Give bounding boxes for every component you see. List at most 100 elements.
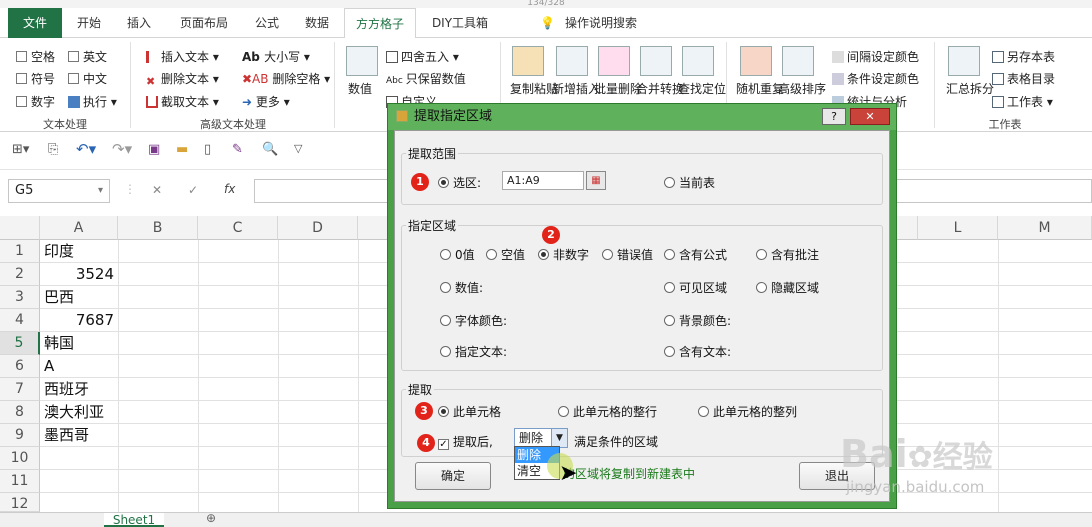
- new-file-icon[interactable]: ▯: [204, 142, 211, 157]
- bg-color-radio[interactable]: 背景颜色:: [664, 312, 731, 329]
- sheet-tab[interactable]: Sheet1: [104, 513, 164, 527]
- column-header-c[interactable]: C: [198, 216, 278, 240]
- folder-icon[interactable]: ▬: [176, 142, 188, 157]
- add-insert-button[interactable]: 新增插入: [552, 80, 600, 97]
- advanced-sort-button[interactable]: 高级排序: [778, 80, 826, 97]
- cell-a3[interactable]: 巴西: [44, 286, 74, 309]
- row-header[interactable]: 1: [0, 240, 40, 263]
- add-sheet-icon[interactable]: ⊕: [206, 511, 216, 525]
- spec-text-radio[interactable]: 指定文本:: [440, 343, 507, 360]
- cell-a1[interactable]: 印度: [44, 240, 74, 263]
- row-header[interactable]: 2: [0, 263, 40, 286]
- dialog-title-bar[interactable]: 提取指定区域 ? ✕: [388, 104, 896, 130]
- copy-icon[interactable]: ⎘: [48, 142, 58, 157]
- row-header[interactable]: 8: [0, 401, 40, 424]
- english-checkbox[interactable]: 英文: [68, 48, 107, 65]
- error-radio[interactable]: 错误值: [602, 246, 653, 263]
- row-header[interactable]: 11: [0, 470, 40, 493]
- delete-space-button[interactable]: ✖AB 删除空格 ▾: [242, 70, 330, 87]
- save-icon[interactable]: ▣: [148, 142, 160, 157]
- lookup-button[interactable]: 查找定位: [678, 80, 726, 97]
- summary-split-button[interactable]: 汇总拆分: [946, 80, 994, 97]
- tab-home[interactable]: 开始: [68, 8, 110, 38]
- ok-button[interactable]: 确定: [415, 462, 491, 490]
- tab-diy[interactable]: DIY工具箱: [424, 8, 496, 38]
- current-sheet-radio[interactable]: 当前表: [664, 174, 715, 191]
- digit-checkbox[interactable]: 数字: [16, 93, 55, 110]
- cell-a2[interactable]: 3524: [44, 263, 114, 286]
- after-extract-checkbox[interactable]: ✓ 提取后,: [438, 433, 493, 450]
- save-as-button[interactable]: 另存本表: [992, 48, 1055, 65]
- this-col-radio[interactable]: 此单元格的整列: [698, 403, 797, 420]
- hidden-radio[interactable]: 隐藏区域: [756, 279, 819, 296]
- interval-color-button[interactable]: 间隔设定颜色: [832, 48, 919, 65]
- cell-a6[interactable]: A: [44, 355, 54, 378]
- round-button[interactable]: 四舍五入 ▾: [386, 48, 459, 65]
- tab-insert[interactable]: 插入: [118, 8, 160, 38]
- tab-ffgz[interactable]: 方方格子: [344, 8, 416, 39]
- column-header-b[interactable]: B: [118, 216, 198, 240]
- row-header[interactable]: 9: [0, 424, 40, 447]
- this-cell-radio[interactable]: 此单元格: [438, 403, 501, 420]
- close-icon[interactable]: ✕: [850, 108, 890, 125]
- contains-text-radio[interactable]: 含有文本:: [664, 343, 731, 360]
- blank-radio[interactable]: 空值: [486, 246, 525, 263]
- row-header[interactable]: 3: [0, 286, 40, 309]
- edit-icon[interactable]: ✎: [232, 142, 243, 157]
- keep-value-button[interactable]: Abc 只保留数值: [386, 70, 466, 87]
- cell-a8[interactable]: 澳大利亚: [44, 401, 104, 424]
- grid-icon[interactable]: ⊞▾: [12, 142, 29, 157]
- cell-a5[interactable]: 韩国: [44, 332, 74, 355]
- row-header[interactable]: 4: [0, 309, 40, 332]
- sheet-list-button[interactable]: 表格目录: [992, 70, 1055, 87]
- column-header-a[interactable]: A: [40, 216, 118, 240]
- tab-page-layout[interactable]: 页面布局: [170, 8, 238, 38]
- row-header[interactable]: 6: [0, 355, 40, 378]
- extract-text-button[interactable]: 截取文本 ▾: [146, 93, 219, 110]
- more-button[interactable]: ➜ 更多 ▾: [242, 93, 290, 110]
- batch-delete-button[interactable]: 批量删除: [594, 80, 642, 97]
- nonnum-radio[interactable]: 非数字: [538, 246, 589, 263]
- visible-radio[interactable]: 可见区域: [664, 279, 727, 296]
- row-header[interactable]: 12: [0, 493, 40, 512]
- preview-icon[interactable]: 🔍: [262, 142, 278, 157]
- this-row-radio[interactable]: 此单元格的整行: [558, 403, 657, 420]
- case-button[interactable]: Ab 大小写 ▾: [242, 48, 310, 65]
- numval-radio[interactable]: 数值:: [440, 279, 483, 296]
- merge-convert-button[interactable]: 合并转换: [636, 80, 684, 97]
- select-all[interactable]: [0, 216, 40, 240]
- row-header[interactable]: 10: [0, 447, 40, 470]
- cell-a7[interactable]: 西班牙: [44, 378, 89, 401]
- tell-me-search[interactable]: 💡 操作说明搜索: [540, 8, 660, 38]
- customize-icon[interactable]: ▽: [294, 142, 302, 155]
- name-box[interactable]: G5 ▾: [8, 179, 110, 203]
- selection-radio[interactable]: 选区:: [438, 174, 481, 191]
- insert-text-button[interactable]: 插入文本 ▾: [146, 48, 219, 65]
- row-header[interactable]: 7: [0, 378, 40, 401]
- symbol-checkbox[interactable]: 符号: [16, 70, 55, 87]
- has-comment-radio[interactable]: 含有批注: [756, 246, 819, 263]
- tab-formulas[interactable]: 公式: [246, 8, 288, 38]
- column-header-d[interactable]: D: [278, 216, 358, 240]
- cancel-icon[interactable]: ✕: [152, 183, 162, 197]
- execute-button[interactable]: 执行 ▾: [68, 93, 117, 110]
- column-header-m[interactable]: M: [998, 216, 1092, 240]
- cell-a4[interactable]: 7687: [44, 309, 114, 332]
- range-picker-icon[interactable]: ▦: [586, 171, 606, 190]
- help-icon[interactable]: ?: [822, 108, 846, 125]
- range-input[interactable]: A1:A9: [502, 171, 584, 190]
- chinese-checkbox[interactable]: 中文: [68, 70, 107, 87]
- cell-a9[interactable]: 墨西哥: [44, 424, 89, 447]
- action-select[interactable]: 删除 ▼: [514, 428, 568, 448]
- font-color-radio[interactable]: 字体颜色:: [440, 312, 507, 329]
- value-button[interactable]: 数值: [348, 80, 372, 97]
- worksheet-button[interactable]: 工作表 ▾: [992, 93, 1053, 110]
- row-header-selected[interactable]: 5: [0, 332, 40, 355]
- random-repeat-button[interactable]: 随机重复: [736, 80, 784, 97]
- space-checkbox[interactable]: 空格: [16, 48, 55, 65]
- has-formula-radio[interactable]: 含有公式: [664, 246, 727, 263]
- enter-icon[interactable]: ✓: [188, 183, 198, 197]
- delete-text-button[interactable]: ✖ 删除文本 ▾: [146, 70, 219, 88]
- cond-color-button[interactable]: 条件设定颜色: [832, 70, 919, 87]
- copy-paste-button[interactable]: 复制粘贴: [510, 80, 558, 97]
